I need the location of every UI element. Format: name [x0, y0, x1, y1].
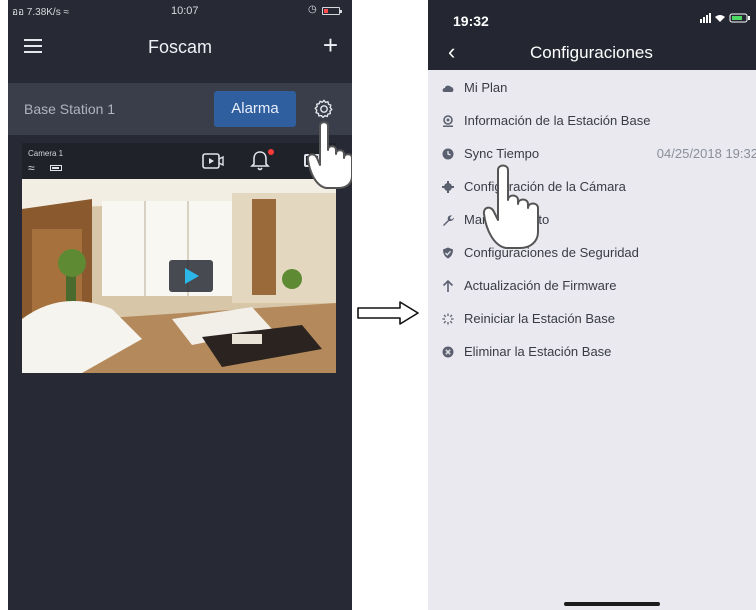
- alarm-clock-icon: ◷: [308, 4, 317, 15]
- page-title: Configuraciones: [530, 43, 653, 62]
- network-status: ออ 7.38K/s ≈: [12, 7, 69, 18]
- notification-dot: [268, 149, 274, 155]
- play-icon: [185, 268, 199, 284]
- status-bar: ออ 7.38K/s ≈ 10:07 ◷: [8, 0, 352, 22]
- menu-item-restart-base-station[interactable]: Reiniciar la Estación Base: [428, 303, 756, 336]
- menu-item-label: Eliminar la Estación Base: [464, 344, 612, 359]
- menu-item-delete-base-station[interactable]: Eliminar la Estación Base: [428, 336, 756, 369]
- settings-header: ‹ Configuraciones: [428, 36, 756, 70]
- play-button[interactable]: [169, 260, 213, 292]
- pointing-hand-icon: [306, 121, 352, 189]
- camera-battery-icon: [50, 165, 62, 171]
- menu-item-label: Información de la Estación Base: [464, 113, 651, 128]
- foscam-app-screen: ออ 7.38K/s ≈ 10:07 ◷ Foscam + Base Stati…: [8, 0, 352, 610]
- home-indicator: [564, 602, 660, 606]
- status-bar: 19:32: [428, 0, 756, 36]
- record-video-icon[interactable]: [202, 152, 224, 170]
- camera-header: Camera 1 ≈: [22, 143, 336, 179]
- app-header: Foscam +: [8, 22, 352, 72]
- gear-icon[interactable]: [313, 98, 335, 120]
- menu-item-mi-plan[interactable]: Mi Plan: [428, 72, 756, 105]
- menu-item-label: Mi Plan: [464, 80, 508, 95]
- shield-icon: [443, 247, 453, 259]
- upload-arrow-icon: [442, 280, 454, 292]
- battery-icon: [322, 7, 342, 15]
- restart-spinner-icon: [442, 313, 454, 325]
- camera-snapshot[interactable]: [22, 179, 336, 373]
- settings-screen: 19:32 ‹ Configuraciones Mi Plan Informac…: [428, 0, 756, 610]
- menu-item-firmware-update[interactable]: Actualización de Firmware: [428, 270, 756, 303]
- signal-wifi-battery-icon: [700, 13, 750, 23]
- base-station-name: Base Station 1: [24, 101, 116, 117]
- transition-arrow-icon: [357, 301, 419, 325]
- back-chevron-icon[interactable]: ‹: [448, 39, 455, 65]
- menu-item-base-station-info[interactable]: Información de la Estación Base: [428, 105, 756, 138]
- status-icons: [700, 13, 750, 26]
- delete-x-icon: [442, 346, 454, 358]
- pointing-hand-icon: [482, 164, 539, 249]
- bell-icon[interactable]: [250, 150, 270, 172]
- camera-name: Camera 1: [28, 149, 64, 158]
- wrench-icon: [443, 215, 454, 226]
- clock-icon: [442, 148, 454, 160]
- clock: 19:32: [453, 13, 489, 29]
- cloud-icon: [442, 85, 454, 92]
- info-pin-icon: [443, 115, 453, 127]
- sync-time-value: 04/25/2018 19:32: [656, 146, 756, 161]
- gear-icon: [442, 181, 454, 193]
- alarm-button[interactable]: Alarma: [214, 91, 296, 127]
- menu-item-label: Actualización de Firmware: [464, 278, 617, 293]
- menu-item-label: Sync Tiempo: [464, 146, 540, 161]
- wifi-icon: ≈: [28, 161, 35, 175]
- add-device-button[interactable]: +: [323, 32, 338, 58]
- clock: 10:07: [171, 5, 199, 17]
- app-title: Foscam: [147, 37, 212, 57]
- menu-item-label: Reiniciar la Estación Base: [464, 311, 616, 326]
